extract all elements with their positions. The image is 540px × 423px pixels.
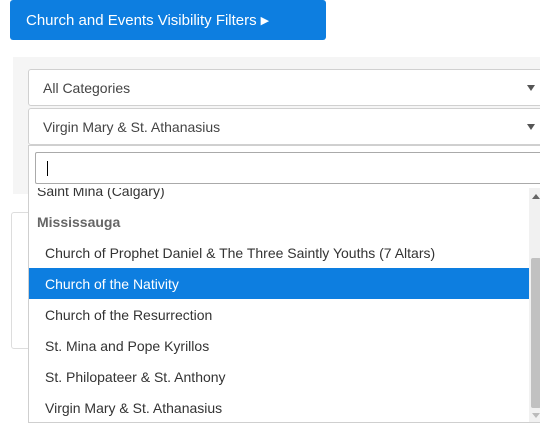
church-select[interactable]: Virgin Mary & St. Athanasius (28, 108, 540, 145)
dropdown-option[interactable]: Church of the Resurrection (29, 299, 529, 330)
dropdown-option[interactable]: Church of Prophet Daniel & The Three Sai… (29, 237, 529, 268)
text-cursor (47, 161, 48, 176)
dropdown-search-input[interactable] (35, 152, 540, 184)
dropdown-option[interactable]: St. Mina and Pope Kyrillos (29, 330, 529, 361)
caret-right-icon: ▶ (260, 14, 270, 27)
category-select[interactable]: All Categories (28, 69, 540, 106)
dropdown-option-highlighted[interactable]: Church of the Nativity (29, 268, 529, 299)
dropdown-option[interactable]: Saint Mina (Calgary) (29, 188, 529, 206)
category-select-value: All Categories (43, 79, 131, 96)
option-group-label: Mississauga (37, 213, 121, 230)
scroll-down-arrow-icon[interactable] (532, 413, 540, 418)
dropdown-option[interactable]: St. Philopateer & St. Anthony (29, 361, 529, 392)
dropdown-scrollbar[interactable] (529, 188, 540, 422)
chevron-down-icon (527, 85, 535, 91)
church-dropdown: Saint Mina (Calgary) Mississauga Church … (28, 145, 540, 423)
dropdown-options-list: Saint Mina (Calgary) Mississauga Church … (29, 188, 529, 422)
scroll-up-arrow-icon[interactable] (532, 194, 540, 199)
dropdown-option[interactable]: Virgin Mary & St. Athanasius (29, 392, 529, 422)
visibility-filters-button[interactable]: Church and Events Visibility Filters ▶ (10, 0, 326, 40)
chevron-down-icon (527, 124, 535, 130)
visibility-filters-label: Church and Events Visibility Filters (26, 11, 257, 29)
scrollbar-thumb[interactable] (531, 258, 540, 408)
church-select-value: Virgin Mary & St. Athanasius (43, 118, 221, 135)
